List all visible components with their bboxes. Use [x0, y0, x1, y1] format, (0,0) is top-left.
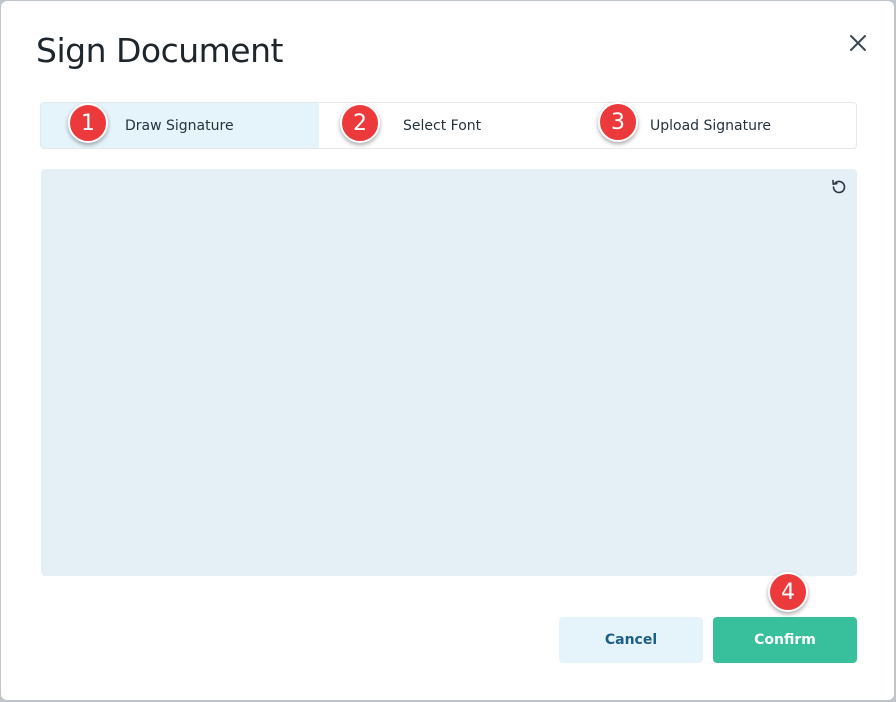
close-icon [850, 35, 866, 51]
tab-upload-signature-label: Upload Signature [650, 117, 772, 134]
step-badge-4: 4 [768, 572, 808, 612]
tab-select-font-label: Select Font [403, 117, 482, 134]
signature-canvas[interactable] [41, 169, 857, 576]
signature-method-tabs: Draw Signature Select Font Upload Signat… [40, 102, 857, 149]
confirm-button[interactable]: Confirm [713, 617, 857, 663]
reset-canvas-button[interactable] [829, 177, 849, 197]
dialog-title: Sign Document [36, 31, 283, 70]
tab-draw-signature-label: Draw Signature [125, 117, 234, 134]
sign-document-dialog: Sign Document Draw Signature Select Font… [1, 1, 894, 700]
step-badge-3: 3 [598, 102, 638, 142]
step-badge-2: 2 [340, 103, 380, 143]
step-badge-1: 1 [68, 103, 108, 143]
cancel-button[interactable]: Cancel [559, 617, 703, 663]
reset-icon [832, 179, 846, 194]
close-button[interactable] [846, 31, 870, 55]
